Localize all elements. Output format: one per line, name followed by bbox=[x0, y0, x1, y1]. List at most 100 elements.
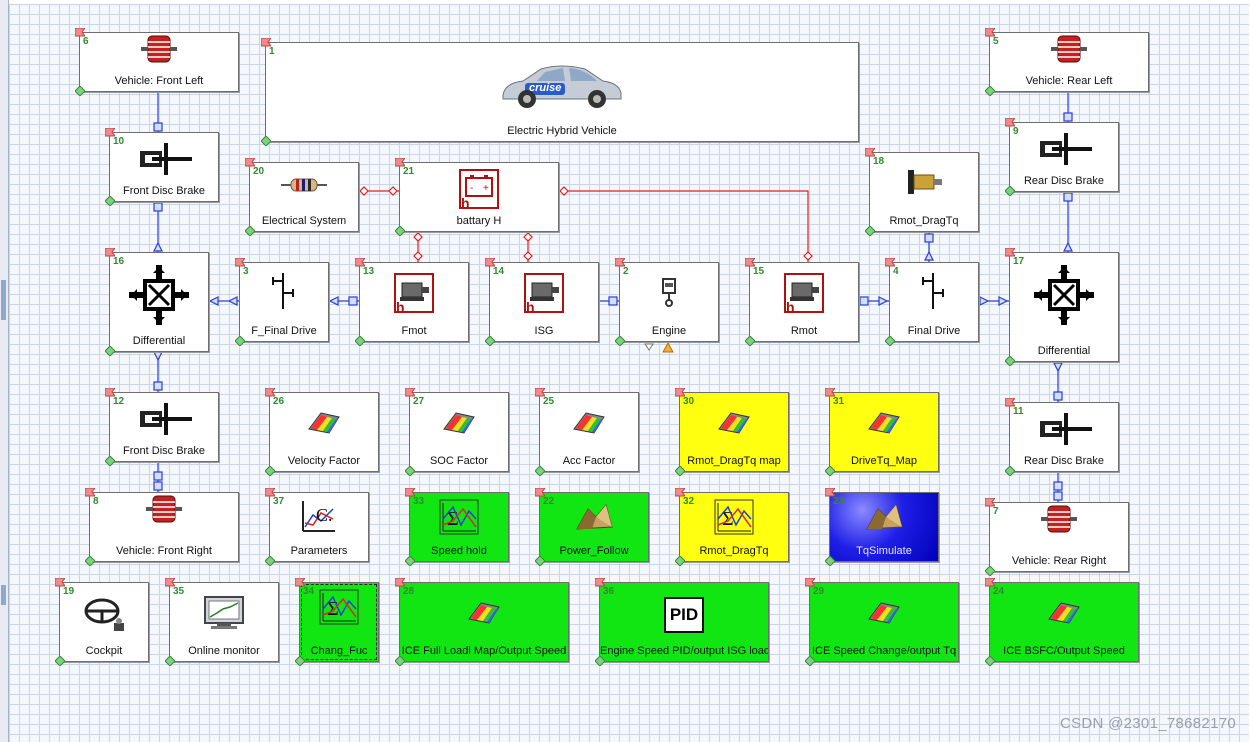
info-flag-icon[interactable] bbox=[55, 578, 65, 587]
output-marker-icon[interactable] bbox=[825, 466, 835, 476]
output-marker-icon[interactable] bbox=[55, 656, 65, 666]
output-marker-icon[interactable] bbox=[485, 336, 495, 346]
block-37[interactable]: 37 C. Parameters bbox=[265, 488, 369, 566]
output-marker-icon[interactable] bbox=[825, 556, 835, 566]
info-flag-icon[interactable] bbox=[105, 128, 115, 137]
block-35[interactable]: 35 Online monitor bbox=[165, 578, 279, 666]
output-marker-icon[interactable] bbox=[675, 466, 685, 476]
info-flag-icon[interactable] bbox=[1005, 118, 1015, 127]
block-8[interactable]: 8 Vehicle: Front Right bbox=[85, 488, 239, 566]
output-marker-icon[interactable] bbox=[1005, 356, 1015, 366]
output-marker-icon[interactable] bbox=[985, 86, 995, 96]
output-marker-icon[interactable] bbox=[985, 566, 995, 576]
info-flag-icon[interactable] bbox=[535, 488, 545, 497]
output-marker-icon[interactable] bbox=[745, 336, 755, 346]
output-marker-icon[interactable] bbox=[865, 226, 875, 236]
info-flag-icon[interactable] bbox=[985, 498, 995, 507]
block-34[interactable]: 34 Σ Chang_Fuc bbox=[295, 578, 379, 666]
output-marker-icon[interactable] bbox=[1005, 186, 1015, 196]
info-flag-icon[interactable] bbox=[985, 28, 995, 37]
block-30[interactable]: 30 Rmot_DragTq map bbox=[675, 388, 789, 476]
output-marker-icon[interactable] bbox=[405, 556, 415, 566]
info-flag-icon[interactable] bbox=[245, 158, 255, 167]
output-marker-icon[interactable] bbox=[75, 86, 85, 96]
block-4[interactable]: 4 Final Drive bbox=[885, 258, 979, 346]
block-12[interactable]: 12 Front Disc Brake bbox=[105, 388, 219, 466]
info-flag-icon[interactable] bbox=[75, 28, 85, 37]
info-flag-icon[interactable] bbox=[885, 258, 895, 267]
block-20[interactable]: 20 Electrical System bbox=[245, 158, 359, 236]
info-flag-icon[interactable] bbox=[295, 578, 305, 587]
output-marker-icon[interactable] bbox=[395, 656, 405, 666]
output-marker-icon[interactable] bbox=[265, 466, 275, 476]
block-11[interactable]: 11 Rear Disc Brake bbox=[1005, 398, 1119, 476]
output-marker-icon[interactable] bbox=[295, 656, 305, 666]
block-24[interactable]: 24 ICE BSFC/Output Speed bbox=[985, 578, 1139, 666]
info-flag-icon[interactable] bbox=[675, 388, 685, 397]
info-flag-icon[interactable] bbox=[85, 488, 95, 497]
block-10[interactable]: 10 Front Disc Brake bbox=[105, 128, 219, 206]
block-1[interactable]: 1 cruise Electric Hybrid Vehicle bbox=[261, 38, 859, 146]
block-6[interactable]: 6 Vehicle: Front Left bbox=[75, 28, 239, 96]
output-marker-icon[interactable] bbox=[261, 136, 271, 146]
info-flag-icon[interactable] bbox=[595, 578, 605, 587]
block-7[interactable]: 7 Vehicle: Rear Right bbox=[985, 498, 1129, 576]
output-marker-icon[interactable] bbox=[245, 226, 255, 236]
block-16[interactable]: 16 Differential bbox=[105, 248, 209, 356]
output-marker-icon[interactable] bbox=[105, 196, 115, 206]
info-flag-icon[interactable] bbox=[165, 578, 175, 587]
info-flag-icon[interactable] bbox=[265, 388, 275, 397]
block-31[interactable]: 31 DriveTq_Map bbox=[825, 388, 939, 476]
output-marker-icon[interactable] bbox=[675, 556, 685, 566]
output-marker-icon[interactable] bbox=[985, 656, 995, 666]
output-marker-icon[interactable] bbox=[535, 466, 545, 476]
info-flag-icon[interactable] bbox=[261, 38, 271, 47]
output-marker-icon[interactable] bbox=[595, 656, 605, 666]
output-marker-icon[interactable] bbox=[885, 336, 895, 346]
block-25[interactable]: 25 Acc Factor bbox=[535, 388, 639, 476]
info-flag-icon[interactable] bbox=[985, 578, 995, 587]
block-19[interactable]: 19 Cockpit bbox=[55, 578, 149, 666]
output-marker-icon[interactable] bbox=[105, 456, 115, 466]
info-flag-icon[interactable] bbox=[825, 488, 835, 497]
output-marker-icon[interactable] bbox=[265, 556, 275, 566]
block-3[interactable]: 3 F_Final Drive bbox=[235, 258, 329, 346]
info-flag-icon[interactable] bbox=[1005, 398, 1015, 407]
block-14[interactable]: 14 h ISG bbox=[485, 258, 599, 346]
info-flag-icon[interactable] bbox=[235, 258, 245, 267]
block-23[interactable]: 23 TqSimulate bbox=[825, 488, 939, 566]
output-marker-icon[interactable] bbox=[615, 336, 625, 346]
block-17[interactable]: 17 Differential bbox=[1005, 248, 1119, 366]
output-marker-icon[interactable] bbox=[535, 556, 545, 566]
output-marker-icon[interactable] bbox=[105, 346, 115, 356]
block-36[interactable]: 36 PID Engine Speed PID/output ISG load bbox=[595, 578, 769, 666]
output-marker-icon[interactable] bbox=[1005, 466, 1015, 476]
info-flag-icon[interactable] bbox=[535, 388, 545, 397]
info-flag-icon[interactable] bbox=[355, 258, 365, 267]
block-22[interactable]: 22 Power_Follow bbox=[535, 488, 649, 566]
output-marker-icon[interactable] bbox=[235, 336, 245, 346]
info-flag-icon[interactable] bbox=[105, 248, 115, 257]
output-marker-icon[interactable] bbox=[355, 336, 365, 346]
block-29[interactable]: 29 ICE Speed Change/output Tq bbox=[805, 578, 959, 666]
output-marker-icon[interactable] bbox=[805, 656, 815, 666]
info-flag-icon[interactable] bbox=[395, 578, 405, 587]
info-flag-icon[interactable] bbox=[675, 488, 685, 497]
block-18[interactable]: 18 Rmot_DragTq bbox=[865, 148, 979, 236]
block-26[interactable]: 26 Velocity Factor bbox=[265, 388, 379, 476]
output-marker-icon[interactable] bbox=[395, 226, 405, 236]
output-marker-icon[interactable] bbox=[165, 656, 175, 666]
info-flag-icon[interactable] bbox=[405, 388, 415, 397]
block-32[interactable]: 32 Σ Rmot_DragTq bbox=[675, 488, 789, 566]
output-marker-icon[interactable] bbox=[405, 466, 415, 476]
info-flag-icon[interactable] bbox=[865, 148, 875, 157]
output-marker-icon[interactable] bbox=[85, 556, 95, 566]
info-flag-icon[interactable] bbox=[485, 258, 495, 267]
info-flag-icon[interactable] bbox=[265, 488, 275, 497]
info-flag-icon[interactable] bbox=[805, 578, 815, 587]
block-21[interactable]: 21 - + h battary H bbox=[395, 158, 559, 236]
block-2[interactable]: 2 Engine bbox=[615, 258, 719, 346]
block-15[interactable]: 15 h Rmot bbox=[745, 258, 859, 346]
block-27[interactable]: 27 SOC Factor bbox=[405, 388, 509, 476]
block-13[interactable]: 13 h Fmot bbox=[355, 258, 469, 346]
